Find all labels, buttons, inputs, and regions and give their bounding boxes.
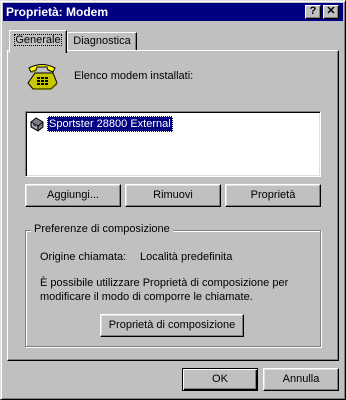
modem-list[interactable]: Sportster 28800 External: [25, 111, 321, 177]
ok-button[interactable]: OK: [182, 368, 258, 391]
description-line-1: È possibile utilizzare Proprietà di comp…: [40, 277, 289, 289]
tab-diagnostica-label: Diagnostica: [73, 35, 131, 47]
tab-generale[interactable]: Generale: [9, 30, 67, 53]
dialing-properties-button-label: Proprietà di composizione: [108, 319, 236, 331]
ok-button-label: OK: [212, 373, 228, 385]
phone-icon: [25, 59, 59, 91]
modem-properties-dialog: Proprietà: Modem ? ✕ Generale Diagnostic…: [0, 0, 346, 400]
remove-button-label: Rimuovi: [153, 189, 193, 201]
add-button[interactable]: Aggiungi...: [25, 184, 121, 207]
description-line-2: modificare il modo di comporre le chiama…: [40, 291, 253, 303]
cancel-button-label: Annulla: [282, 373, 320, 385]
properties-button[interactable]: Proprietà: [225, 184, 321, 207]
title-bar[interactable]: Proprietà: Modem ? ✕: [3, 3, 343, 21]
close-button[interactable]: ✕: [323, 5, 339, 19]
dialing-preferences-title: Preferenze di composizione: [31, 223, 173, 236]
modem-icon: [29, 116, 45, 132]
origin-label: Origine chiamata:: [40, 251, 127, 263]
installed-modems-label: Elenco modem installati:: [74, 70, 194, 82]
list-item[interactable]: Sportster 28800 External: [29, 115, 173, 133]
remove-button[interactable]: Rimuovi: [125, 184, 221, 207]
add-button-label: Aggiungi...: [47, 189, 99, 201]
properties-button-label: Proprietà: [250, 189, 296, 201]
tab-diagnostica[interactable]: Diagnostica: [67, 32, 137, 50]
modem-name: Sportster 28800 External: [47, 116, 173, 132]
window-title: Proprietà: Modem: [6, 5, 109, 19]
dialing-properties-button[interactable]: Proprietà di composizione: [100, 314, 244, 337]
origin-value: Località predefinita: [140, 251, 233, 263]
tab-generale-label: Generale: [14, 34, 62, 46]
cancel-button[interactable]: Annulla: [263, 368, 339, 391]
help-button[interactable]: ?: [305, 5, 321, 19]
